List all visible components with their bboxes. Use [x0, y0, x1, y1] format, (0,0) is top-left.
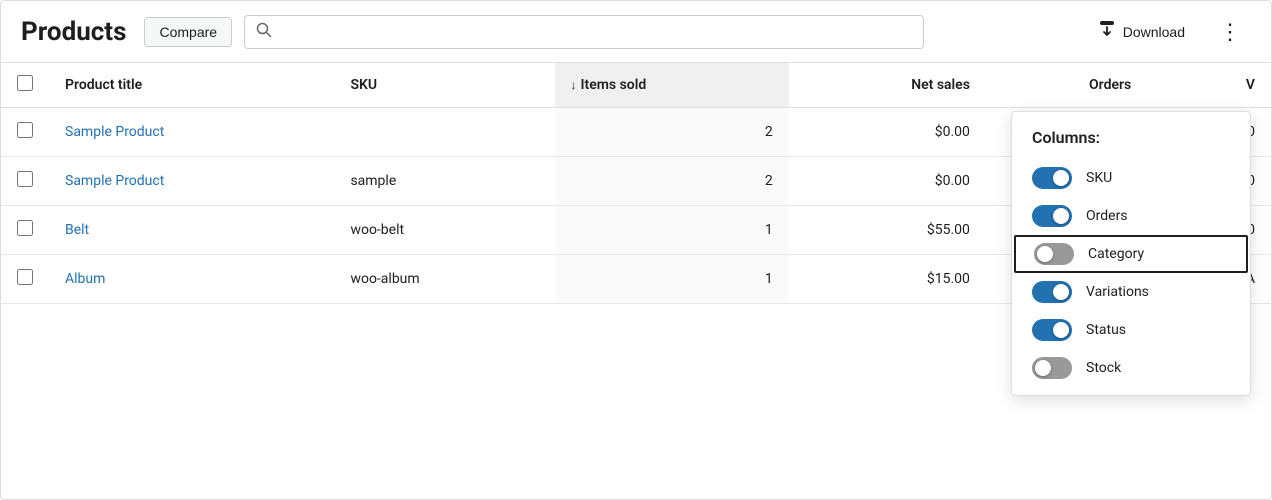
toggle-track-sku	[1032, 167, 1072, 189]
row-net-sales: $0.00	[789, 157, 986, 206]
toggle-thumb-orders	[1053, 208, 1069, 224]
toggle-thumb-status	[1053, 322, 1069, 338]
toolbar: Products Compare Download	[1, 1, 1271, 63]
row-checkbox-cell[interactable]	[1, 157, 49, 206]
toggle-thumb-sku	[1053, 170, 1069, 186]
toggle-label-status: Status	[1086, 322, 1126, 338]
product-link[interactable]: Sample Product	[65, 124, 164, 140]
search-input[interactable]	[244, 15, 924, 49]
table-header-row: Product title SKU ↓Items sold Net sales …	[1, 63, 1271, 108]
toolbar-right: Download ⋮	[1083, 13, 1251, 50]
row-items-sold: 1	[555, 255, 789, 304]
row-checkbox-cell[interactable]	[1, 108, 49, 157]
toggle-track-variations	[1032, 281, 1072, 303]
columns-list: SKU Orders Category Variations Status	[1012, 159, 1250, 387]
toggle-thumb-stock	[1035, 360, 1051, 376]
toggle-track-orders	[1032, 205, 1072, 227]
row-product: Belt	[49, 206, 334, 255]
row-checkbox[interactable]	[17, 220, 33, 236]
header-checkbox-cell[interactable]	[1, 63, 49, 108]
row-sku: sample	[334, 157, 554, 206]
column-toggle-row-status[interactable]: Status	[1012, 311, 1250, 349]
columns-panel-title: Columns:	[1012, 128, 1250, 159]
download-icon	[1097, 19, 1117, 44]
column-toggle-row-orders[interactable]: Orders	[1012, 197, 1250, 235]
toggle-label-orders: Orders	[1086, 208, 1128, 224]
toggle-thumb-category	[1037, 246, 1053, 262]
toggle-status[interactable]	[1032, 319, 1072, 341]
toggle-sku[interactable]	[1032, 167, 1072, 189]
search-icon	[256, 22, 272, 42]
sort-icon: ↓	[571, 78, 577, 92]
row-checkbox[interactable]	[17, 269, 33, 285]
product-link[interactable]: Belt	[65, 222, 89, 238]
toggle-variations[interactable]	[1032, 281, 1072, 303]
select-all-checkbox[interactable]	[17, 75, 33, 91]
row-net-sales: $55.00	[789, 206, 986, 255]
toggle-label-category: Category	[1088, 246, 1144, 262]
product-link[interactable]: Sample Product	[65, 173, 164, 189]
header-product-title[interactable]: Product title	[49, 63, 334, 108]
toggle-stock[interactable]	[1032, 357, 1072, 379]
row-sku: woo-belt	[334, 206, 554, 255]
toggle-label-stock: Stock	[1086, 360, 1121, 376]
compare-button[interactable]: Compare	[144, 17, 232, 47]
row-sku	[334, 108, 554, 157]
toggle-thumb-variations	[1053, 284, 1069, 300]
row-items-sold: 2	[555, 157, 789, 206]
page-container: Products Compare Download	[0, 0, 1272, 500]
row-product: Sample Product	[49, 108, 334, 157]
more-button[interactable]: ⋮	[1211, 17, 1251, 47]
column-toggle-row-variations[interactable]: Variations	[1012, 273, 1250, 311]
row-product: Album	[49, 255, 334, 304]
columns-panel: Columns: SKU Orders Category Variation	[1011, 111, 1251, 396]
header-v[interactable]: V	[1147, 63, 1271, 108]
search-wrapper	[244, 15, 924, 49]
column-toggle-row-stock[interactable]: Stock	[1012, 349, 1250, 387]
product-link[interactable]: Album	[65, 271, 105, 287]
row-checkbox-cell[interactable]	[1, 206, 49, 255]
row-items-sold: 2	[555, 108, 789, 157]
column-toggle-row-sku[interactable]: SKU	[1012, 159, 1250, 197]
toggle-orders[interactable]	[1032, 205, 1072, 227]
download-label: Download	[1123, 24, 1185, 40]
row-net-sales: $15.00	[789, 255, 986, 304]
column-toggle-row-category[interactable]: Category	[1014, 235, 1248, 273]
header-sku[interactable]: SKU	[334, 63, 554, 108]
row-checkbox-cell[interactable]	[1, 255, 49, 304]
header-items-sold[interactable]: ↓Items sold	[555, 63, 789, 108]
toggle-label-sku: SKU	[1086, 170, 1112, 186]
toggle-track-category	[1034, 243, 1074, 265]
row-net-sales: $0.00	[789, 108, 986, 157]
header-orders[interactable]: Orders	[986, 63, 1147, 108]
row-checkbox[interactable]	[17, 171, 33, 187]
toggle-track-stock	[1032, 357, 1072, 379]
page-title: Products	[21, 17, 126, 47]
row-checkbox[interactable]	[17, 122, 33, 138]
toggle-label-variations: Variations	[1086, 284, 1149, 300]
header-net-sales[interactable]: Net sales	[789, 63, 986, 108]
row-items-sold: 1	[555, 206, 789, 255]
toggle-category[interactable]	[1034, 243, 1074, 265]
row-sku: woo-album	[334, 255, 554, 304]
row-product: Sample Product	[49, 157, 334, 206]
download-button[interactable]: Download	[1083, 13, 1199, 50]
toggle-track-status	[1032, 319, 1072, 341]
